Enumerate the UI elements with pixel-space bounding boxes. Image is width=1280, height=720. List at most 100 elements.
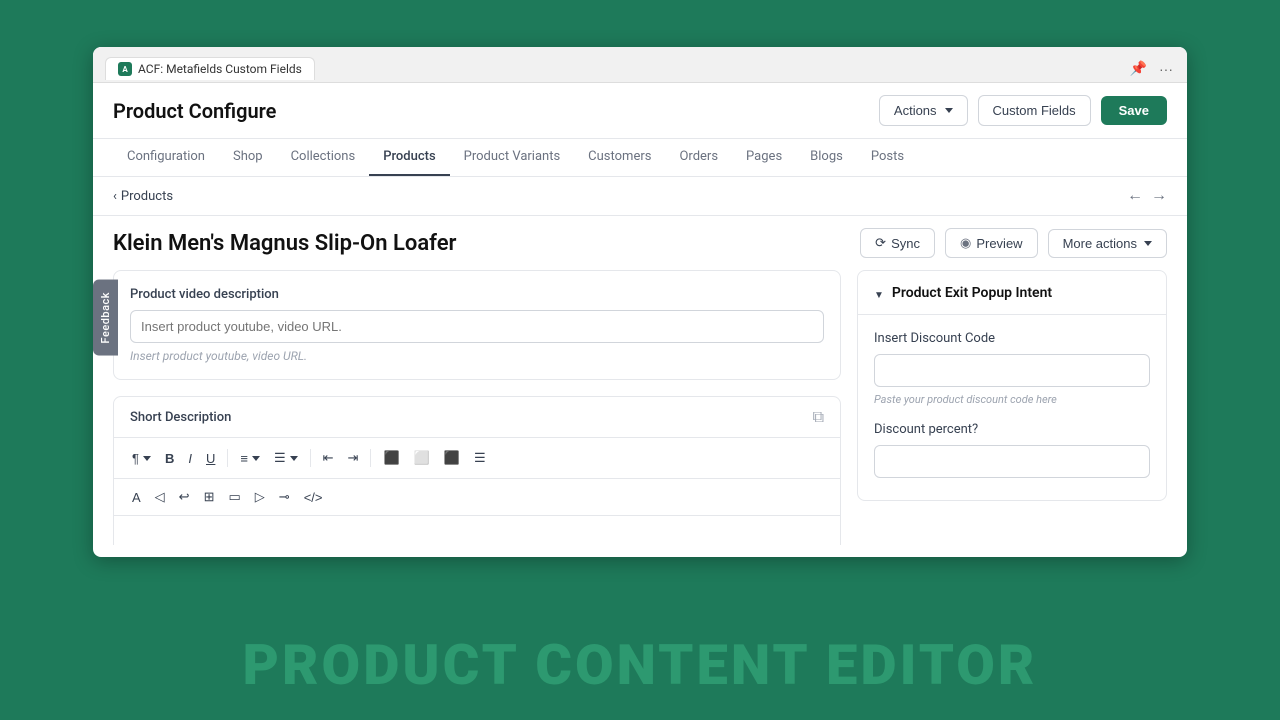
product-title-bar: Klein Men's Magnus Slip-On Loafer Sync P…: [93, 216, 1187, 270]
indent-increase-button[interactable]: ⇥: [342, 446, 365, 470]
tab-pages[interactable]: Pages: [732, 139, 796, 176]
tab-products[interactable]: Products: [369, 139, 449, 176]
app-content: Product Configure Actions Custom Fields …: [93, 83, 1187, 557]
tab-posts[interactable]: Posts: [857, 139, 918, 176]
next-product-button[interactable]: →: [1151, 187, 1167, 205]
discount-percent-input[interactable]: [874, 445, 1150, 478]
more-button[interactable]: ···: [1157, 58, 1175, 79]
back-label: Products: [121, 189, 173, 204]
product-actions: Sync Preview More actions: [860, 228, 1167, 258]
content-columns: Product video description Insert product…: [93, 270, 1187, 557]
toolbar-separator-1: [227, 449, 228, 467]
video-url-input[interactable]: [130, 310, 824, 343]
tab-favicon: A: [118, 62, 132, 76]
browser-tab[interactable]: A ACF: Metafields Custom Fields: [105, 57, 315, 80]
discount-code-input[interactable]: [874, 354, 1150, 387]
tab-product-variants[interactable]: Product Variants: [450, 139, 575, 176]
tab-configuration[interactable]: Configuration: [113, 139, 219, 176]
exit-popup-body: Insert Discount Code Paste your product …: [858, 315, 1166, 500]
short-desc-title: Short Description: [130, 410, 231, 425]
feedback-tab[interactable]: Feedback: [93, 280, 118, 356]
paragraph-icon: ¶: [132, 451, 139, 466]
toolbar-separator-3: [370, 449, 371, 467]
tab-collections[interactable]: Collections: [277, 139, 370, 176]
actions-button[interactable]: Actions: [879, 95, 968, 126]
more-actions-label: More actions: [1063, 236, 1137, 251]
exit-popup-section: Product Exit Popup Intent Insert Discoun…: [857, 270, 1167, 501]
bold-button[interactable]: B: [159, 447, 180, 470]
browser-window: A ACF: Metafields Custom Fields 📌 ··· Pr…: [93, 47, 1187, 557]
code-button[interactable]: </>: [298, 486, 329, 509]
image-button[interactable]: ▭: [222, 485, 246, 509]
collapse-icon: [874, 283, 884, 302]
discount-code-hint: Paste your product discount code here: [874, 393, 1150, 406]
tab-shop[interactable]: Shop: [219, 139, 277, 176]
browser-controls: 📌 ···: [1128, 58, 1175, 79]
preview-label: Preview: [976, 236, 1022, 251]
ul-icon: ☰: [274, 450, 286, 466]
back-arrow-icon: ‹: [113, 189, 117, 204]
nav-tabs: Configuration Shop Collections Products …: [93, 139, 1187, 177]
align-center-button[interactable]: ⬜: [408, 446, 436, 470]
preview-button[interactable]: Preview: [945, 228, 1038, 258]
tab-orders[interactable]: Orders: [665, 139, 732, 176]
header-actions: Actions Custom Fields Save: [879, 95, 1167, 126]
ol-chevron-icon: [252, 456, 260, 461]
feedback-label: Feedback: [99, 292, 112, 344]
pin-button[interactable]: 📌: [1128, 58, 1149, 79]
editor-toolbar-row2: A ◁ ↩ ⊞ ▭ ▷ ⊸ </>: [114, 479, 840, 516]
tab-label: ACF: Metafields Custom Fields: [138, 62, 302, 76]
prev-product-button[interactable]: ←: [1127, 187, 1143, 205]
toolbar-separator-2: [310, 449, 311, 467]
video-field-hint: Insert product youtube, video URL.: [130, 349, 824, 363]
ordered-list-button[interactable]: ≡: [234, 447, 266, 470]
video-field-label: Product video description: [130, 287, 824, 302]
custom-fields-button[interactable]: Custom Fields: [978, 95, 1091, 126]
copy-icon[interactable]: [813, 407, 824, 427]
save-label: Save: [1119, 103, 1149, 118]
tab-blogs[interactable]: Blogs: [796, 139, 857, 176]
sync-icon: [875, 235, 886, 251]
right-column: Product Exit Popup Intent Insert Discoun…: [857, 270, 1167, 545]
app-header: Product Configure Actions Custom Fields …: [93, 83, 1187, 139]
editor-toolbar-row1: ¶ B I U ≡ ☰: [114, 438, 840, 479]
bottom-banner: PRODUCT CONTENT EDITOR: [0, 610, 1280, 720]
undo-button[interactable]: ↩: [173, 485, 196, 509]
unordered-list-button[interactable]: ☰: [268, 446, 304, 470]
left-column: Product video description Insert product…: [113, 270, 857, 545]
table-button[interactable]: ⊞: [198, 485, 221, 509]
eraser-button[interactable]: ◁: [149, 485, 171, 509]
nav-arrows: ← →: [1127, 187, 1167, 205]
exit-popup-header[interactable]: Product Exit Popup Intent: [858, 271, 1166, 315]
video-card-body: Product video description Insert product…: [114, 271, 840, 379]
short-description-card: Short Description ¶ B I U: [113, 396, 841, 545]
align-left-button[interactable]: ⬛: [377, 446, 405, 470]
product-nav-bar: ‹ Products ← →: [93, 177, 1187, 216]
more-actions-button[interactable]: More actions: [1048, 229, 1167, 258]
sync-button[interactable]: Sync: [860, 228, 935, 258]
tab-customers[interactable]: Customers: [574, 139, 665, 176]
font-color-button[interactable]: A: [126, 486, 147, 509]
short-description-editor[interactable]: [114, 516, 840, 545]
align-right-button[interactable]: ⬛: [438, 446, 466, 470]
underline-button[interactable]: U: [200, 447, 221, 470]
browser-tab-bar: A ACF: Metafields Custom Fields 📌 ···: [93, 47, 1187, 83]
preview-icon: [960, 235, 971, 251]
justify-button[interactable]: ☰: [468, 446, 492, 470]
actions-label: Actions: [894, 103, 937, 118]
sync-label: Sync: [891, 236, 920, 251]
back-to-products[interactable]: ‹ Products: [113, 189, 173, 204]
actions-chevron-icon: [945, 108, 953, 113]
save-button[interactable]: Save: [1101, 96, 1167, 125]
more-actions-chevron-icon: [1144, 241, 1152, 246]
hr-button[interactable]: ⊸: [273, 485, 296, 509]
video-description-card: Product video description Insert product…: [113, 270, 841, 380]
discount-code-label: Insert Discount Code: [874, 331, 1150, 346]
paragraph-chevron-icon: [143, 456, 151, 461]
indent-decrease-button[interactable]: ⇤: [317, 446, 340, 470]
paragraph-button[interactable]: ¶: [126, 447, 157, 470]
ol-icon: ≡: [240, 451, 248, 466]
italic-button[interactable]: I: [182, 447, 198, 470]
short-desc-header: Short Description: [114, 397, 840, 438]
media-button[interactable]: ▷: [249, 485, 271, 509]
